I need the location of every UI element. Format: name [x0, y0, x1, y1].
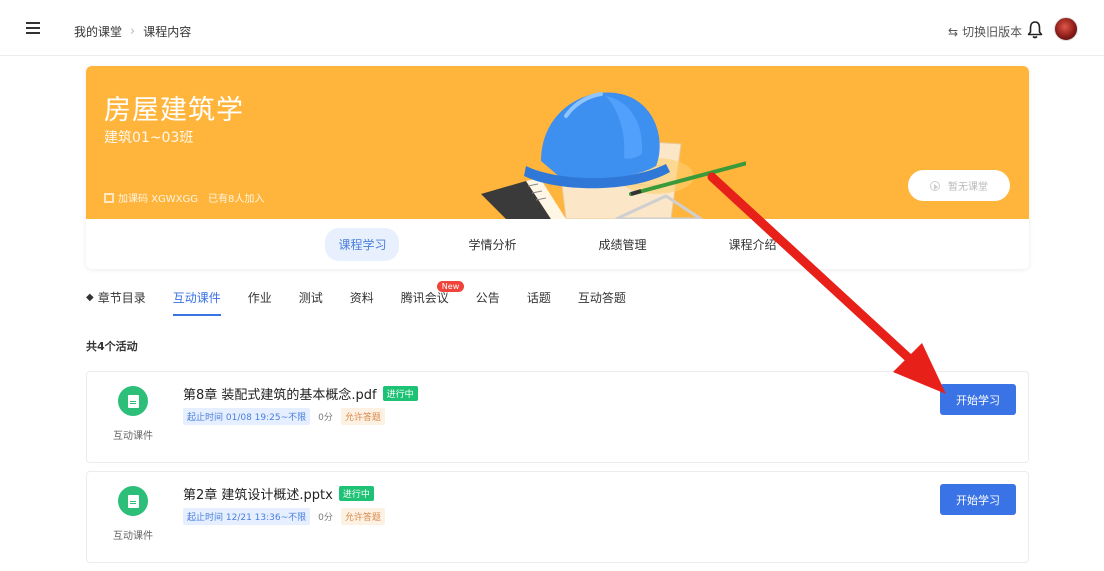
activity-meta: 起止时间 12/21 13:36~不限 0分 允许答题: [183, 508, 385, 525]
joined-count: 已有8人加入: [208, 194, 265, 205]
tab-chapter-label: 章节目录: [97, 291, 146, 305]
helmet-illustration: [481, 92, 746, 219]
tab-homework[interactable]: 作业: [248, 289, 272, 314]
time-range-tag: 起止时间 01/08 19:25~不限: [183, 408, 311, 425]
tab-interactive-courseware[interactable]: 互动课件: [172, 289, 221, 316]
tab-meeting-label: 腾讯会议: [400, 291, 449, 305]
no-class-button[interactable]: 暂无课堂: [908, 170, 1010, 201]
play-icon: [930, 180, 940, 191]
status-badge: 进行中: [338, 486, 374, 501]
activity-title[interactable]: 第2章 建筑设计概述.pptx: [183, 484, 333, 503]
start-learning-button[interactable]: 开始学习: [940, 384, 1016, 415]
tab-interactive-qa[interactable]: 互动答题: [578, 289, 626, 314]
new-badge: New: [436, 281, 465, 292]
course-card: 房屋建筑学 建筑01~03班 加课码 XGWXGG 已有8人加入 暂无课堂 课程…: [86, 66, 1029, 269]
score-label: 0分: [318, 513, 333, 523]
activity-meta: 起止时间 01/08 19:25~不限 0分 允许答题: [183, 408, 385, 425]
bell-icon[interactable]: [1027, 21, 1043, 39]
breadcrumb: 我的课堂 › 课程内容: [74, 23, 191, 40]
allow-answer-tag: 允许答题: [340, 408, 385, 425]
avatar[interactable]: [1054, 17, 1078, 41]
activity-count: 共4个活动: [86, 340, 138, 353]
score-label: 0分: [318, 413, 333, 423]
main-tabs: 课程学习 学情分析 成绩管理 课程介绍: [86, 219, 1029, 269]
activity-title-row: 第2章 建筑设计概述.pptx 进行中: [183, 484, 374, 503]
chevron-right-icon: ›: [130, 24, 136, 39]
activity-title-row: 第8章 装配式建筑的基本概念.pdf 进行中: [183, 384, 418, 403]
course-title: 房屋建筑学: [104, 95, 244, 126]
list-item[interactable]: 互动课件 第2章 建筑设计概述.pptx 进行中 起止时间 12/21 13:3…: [86, 471, 1029, 563]
qr-code-icon[interactable]: [104, 192, 114, 203]
breadcrumb-course-content: 课程内容: [143, 25, 192, 39]
activity-type: 互动课件: [113, 531, 153, 542]
time-range-tag: 起止时间 12/21 13:36~不限: [183, 508, 311, 525]
tab-learning-analysis[interactable]: 学情分析: [455, 228, 529, 261]
list-item[interactable]: 互动课件 第8章 装配式建筑的基本概念.pdf 进行中 起止时间 01/08 1…: [86, 371, 1029, 463]
tab-course-intro[interactable]: 课程介绍: [716, 228, 790, 261]
switch-version-label: 切换旧版本: [962, 25, 1023, 39]
allow-answer-tag: 允许答题: [340, 508, 385, 525]
swap-icon: ⇆: [948, 24, 959, 39]
tab-tencent-meeting[interactable]: 腾讯会议 New: [400, 281, 465, 314]
tab-chapter-catalog[interactable]: ◆ 章节目录: [86, 289, 146, 314]
tab-materials[interactable]: 资料: [350, 289, 374, 314]
switch-version-button[interactable]: ⇆ 切换旧版本: [948, 23, 1022, 40]
layers-icon: ◆: [86, 292, 94, 303]
tab-topic[interactable]: 话题: [527, 289, 551, 314]
breadcrumb-my-classroom[interactable]: 我的课堂: [74, 23, 122, 40]
tab-test[interactable]: 测试: [299, 289, 323, 314]
course-banner: 房屋建筑学 建筑01~03班 加课码 XGWXGG 已有8人加入 暂无课堂: [86, 66, 1029, 219]
course-class-name: 建筑01~03班: [104, 130, 194, 146]
tab-grade-management[interactable]: 成绩管理: [586, 228, 660, 261]
tab-course-learning[interactable]: 课程学习: [325, 227, 400, 261]
no-class-label: 暂无课堂: [948, 182, 988, 193]
top-bar: 我的课堂 › 课程内容 ⇆ 切换旧版本: [0, 0, 1104, 56]
status-badge: 进行中: [382, 386, 418, 401]
menu-icon[interactable]: [26, 22, 40, 34]
activity-title[interactable]: 第8章 装配式建筑的基本概念.pdf: [183, 384, 377, 403]
document-icon: [118, 486, 148, 516]
sub-tabs: ◆ 章节目录 互动课件 作业 测试 资料 腾讯会议 New 公告 话题 互动答题: [86, 281, 653, 316]
activity-type: 互动课件: [113, 431, 153, 442]
start-learning-button[interactable]: 开始学习: [940, 484, 1016, 515]
join-info: 加课码 XGWXGG 已有8人加入: [104, 190, 264, 205]
join-code: 加课码 XGWXGG: [118, 194, 199, 205]
document-icon: [118, 386, 148, 416]
tab-notice[interactable]: 公告: [476, 289, 500, 314]
